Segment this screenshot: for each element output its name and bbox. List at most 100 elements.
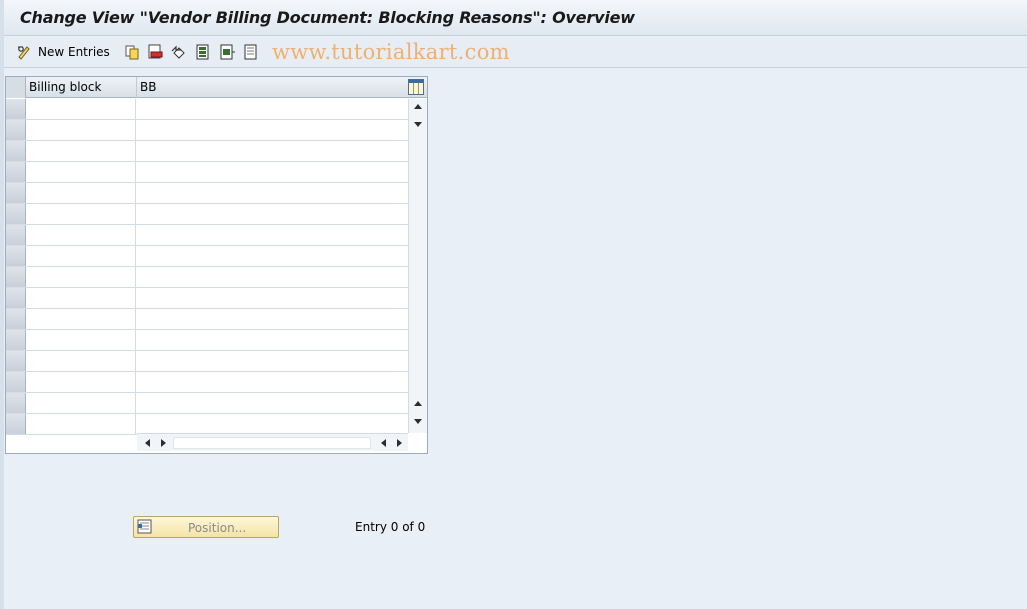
table-row <box>6 288 408 309</box>
scroll-far-right-icon[interactable] <box>397 439 402 447</box>
undo-button[interactable] <box>171 43 187 61</box>
cell-bb[interactable] <box>137 351 408 371</box>
table-row <box>6 246 408 267</box>
cell-billing-block[interactable] <box>26 330 136 350</box>
row-selector[interactable] <box>6 414 26 434</box>
new-entries-button[interactable]: New Entries <box>16 43 110 61</box>
select-all-icon <box>195 44 211 60</box>
select-all-button[interactable] <box>195 43 211 61</box>
scroll-page-down-icon[interactable] <box>414 419 422 424</box>
table-body <box>6 99 408 435</box>
cell-bb[interactable] <box>137 183 408 203</box>
row-selector[interactable] <box>6 309 26 329</box>
table-row <box>6 120 408 141</box>
table-row <box>6 267 408 288</box>
table-row <box>6 393 408 414</box>
new-entries-label: New Entries <box>38 45 110 59</box>
cell-billing-block[interactable] <box>26 288 136 308</box>
window-left-border <box>0 0 4 609</box>
cell-bb[interactable] <box>137 204 408 224</box>
table-row <box>6 204 408 225</box>
row-selector[interactable] <box>6 372 26 392</box>
cell-billing-block[interactable] <box>26 372 136 392</box>
row-selector[interactable] <box>6 288 26 308</box>
scroll-left-icon[interactable] <box>145 439 150 447</box>
horizontal-scroll-track[interactable] <box>173 437 371 449</box>
row-selector[interactable] <box>6 393 26 413</box>
cell-billing-block[interactable] <box>26 267 136 287</box>
row-selector[interactable] <box>6 120 26 140</box>
scroll-down-icon[interactable] <box>414 122 422 127</box>
row-selector[interactable] <box>6 351 26 371</box>
table-row <box>6 183 408 204</box>
table-header: Billing block BB <box>6 77 427 98</box>
table-row <box>6 141 408 162</box>
entry-count: Entry 0 of 0 <box>355 520 426 534</box>
cell-billing-block[interactable] <box>26 393 136 413</box>
cell-bb[interactable] <box>137 330 408 350</box>
cell-bb[interactable] <box>137 141 408 161</box>
scroll-right-icon[interactable] <box>161 439 166 447</box>
deselect-all-button[interactable] <box>243 43 259 61</box>
row-selector[interactable] <box>6 162 26 182</box>
table-row <box>6 351 408 372</box>
cell-billing-block[interactable] <box>26 414 136 434</box>
cell-bb[interactable] <box>137 393 408 413</box>
table-row <box>6 414 408 435</box>
select-block-button[interactable] <box>219 43 235 61</box>
table-settings-icon[interactable] <box>408 79 424 95</box>
table-row <box>6 309 408 330</box>
row-selector[interactable] <box>6 141 26 161</box>
row-selector[interactable] <box>6 183 26 203</box>
select-all-rows-corner[interactable] <box>6 77 26 98</box>
table-row <box>6 162 408 183</box>
position-button-label: Position... <box>188 521 247 535</box>
cell-bb[interactable] <box>137 372 408 392</box>
scroll-up-icon[interactable] <box>414 104 422 109</box>
cell-billing-block[interactable] <box>26 162 136 182</box>
cell-billing-block[interactable] <box>26 141 136 161</box>
cell-billing-block[interactable] <box>26 204 136 224</box>
table-row <box>6 99 408 120</box>
horizontal-scrollbar[interactable] <box>137 433 408 451</box>
delete-icon <box>147 44 163 60</box>
cell-bb[interactable] <box>137 267 408 287</box>
column-header-billing-block[interactable]: Billing block <box>26 77 137 98</box>
select-block-icon <box>219 44 235 60</box>
row-selector[interactable] <box>6 204 26 224</box>
copy-button[interactable] <box>124 43 140 61</box>
cell-billing-block[interactable] <box>26 351 136 371</box>
scroll-far-left-icon[interactable] <box>381 439 386 447</box>
delete-button[interactable] <box>147 43 163 61</box>
cell-billing-block[interactable] <box>26 309 136 329</box>
position-button[interactable]: Position... <box>133 516 279 538</box>
cell-bb[interactable] <box>137 162 408 182</box>
cell-bb[interactable] <box>137 414 408 434</box>
cell-bb[interactable] <box>137 120 408 140</box>
column-header-bb[interactable]: BB <box>137 77 408 98</box>
row-selector[interactable] <box>6 267 26 287</box>
cell-billing-block[interactable] <box>26 120 136 140</box>
cell-bb[interactable] <box>137 99 408 119</box>
copy-icon <box>124 44 140 60</box>
cell-bb[interactable] <box>137 288 408 308</box>
watermark-text: www.tutorialkart.com <box>272 40 510 64</box>
deselect-all-icon <box>243 44 259 60</box>
row-selector[interactable] <box>6 225 26 245</box>
edit-glasses-icon <box>16 44 32 60</box>
table-row <box>6 225 408 246</box>
cell-billing-block[interactable] <box>26 225 136 245</box>
vertical-scrollbar[interactable] <box>408 99 427 433</box>
cell-bb[interactable] <box>137 309 408 329</box>
row-selector[interactable] <box>6 246 26 266</box>
cell-bb[interactable] <box>137 246 408 266</box>
scroll-page-up-icon[interactable] <box>414 401 422 406</box>
row-selector[interactable] <box>6 99 26 119</box>
application-toolbar: New Entries www.tutorialkart.com <box>4 37 1027 68</box>
cell-bb[interactable] <box>137 225 408 245</box>
row-selector[interactable] <box>6 330 26 350</box>
cell-billing-block[interactable] <box>26 246 136 266</box>
cell-billing-block[interactable] <box>26 99 136 119</box>
page-title: Change View "Vendor Billing Document: Bl… <box>20 8 635 27</box>
cell-billing-block[interactable] <box>26 183 136 203</box>
